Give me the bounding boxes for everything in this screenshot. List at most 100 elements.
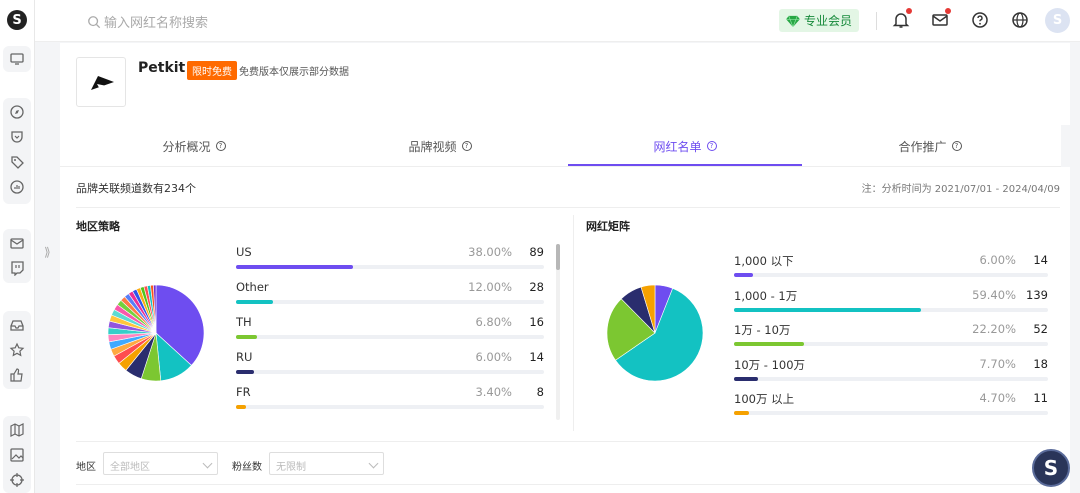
row-label: Other xyxy=(236,280,269,294)
active-tab-underline xyxy=(568,164,802,166)
row-count: 14 xyxy=(1033,253,1048,267)
tag-icon[interactable] xyxy=(9,154,25,170)
help-icon[interactable]: ? xyxy=(951,141,962,151)
row-percentage: 6.80% xyxy=(475,315,512,329)
analysis-period: 注：分析时间为 2021/07/01 - 2024/04/09 xyxy=(861,184,1060,195)
chevron-down-icon xyxy=(202,458,213,469)
help-icon[interactable] xyxy=(971,11,989,29)
sidebar-group-messages xyxy=(3,229,31,283)
region-title: 地区策略 xyxy=(76,220,120,233)
influencer-tier-list: 1,000 以下 6.00% 14 1,000 - 1万 59.40% 139 1万 - 1… xyxy=(734,253,1048,423)
sidebar-group-favorites xyxy=(3,311,31,389)
row-count: 18 xyxy=(1033,356,1048,371)
tab-overview[interactable]: 分析概况? xyxy=(77,125,311,167)
progress-track xyxy=(236,405,544,409)
inbox-icon[interactable] xyxy=(9,317,25,333)
region-filter-value: 全部地区 xyxy=(110,462,150,473)
progress-fill xyxy=(236,265,354,269)
progress-track xyxy=(236,300,544,304)
tab-label: 品牌视频 xyxy=(408,139,457,154)
thumbs-up-icon[interactable] xyxy=(9,367,25,383)
help-icon[interactable]: ? xyxy=(215,141,226,151)
progress-track xyxy=(734,342,1048,346)
tab-bar: 分析概况? 品牌视频? 网红名单? 合作推广? xyxy=(60,125,1061,167)
brand-name: Petkit xyxy=(138,60,186,76)
sidebar-group-tools xyxy=(3,416,31,493)
region-list-scrollbar[interactable] xyxy=(556,244,560,420)
row-percentage: 6.00% xyxy=(979,253,1016,267)
fans-filter-label: 粉丝数 xyxy=(232,462,262,473)
bottom-divider xyxy=(76,484,1060,485)
app-logo[interactable]: S xyxy=(7,10,27,30)
progress-fill xyxy=(734,273,753,277)
globe-icon[interactable] xyxy=(1011,11,1029,29)
progress-fill xyxy=(734,307,921,312)
fans-filter-select[interactable]: 无限制 xyxy=(269,452,384,475)
list-item: US 38.00% 89 xyxy=(236,245,544,279)
mail-icon[interactable] xyxy=(9,235,25,251)
vip-badge[interactable]: 专业会员 xyxy=(779,9,859,32)
row-count: 14 xyxy=(529,350,544,364)
row-label: US xyxy=(236,245,252,259)
row-label: 1,000 - 1万 xyxy=(734,288,798,303)
analytics-icon[interactable] xyxy=(9,179,25,195)
row-count: 16 xyxy=(529,315,544,329)
target-icon[interactable] xyxy=(9,472,25,488)
tab-influencer-list[interactable]: 网红名单? xyxy=(568,125,802,167)
collapse-handle-icon[interactable]: ⟫ xyxy=(44,245,51,259)
row-count: 11 xyxy=(1033,391,1048,405)
row-label: 1,000 以下 xyxy=(734,254,794,268)
petkit-logo-icon xyxy=(91,76,114,93)
progress-track xyxy=(734,376,1048,381)
tab-promotion[interactable]: 合作推广? xyxy=(813,125,1047,167)
row-percentage: 12.00% xyxy=(468,280,512,294)
filter-divider xyxy=(76,441,1060,442)
list-item: 10万 - 100万 7.70% 18 xyxy=(734,357,1048,391)
help-icon[interactable]: ? xyxy=(706,141,717,151)
star-icon[interactable] xyxy=(9,342,25,358)
scrollbar-thumb[interactable] xyxy=(556,244,560,270)
sidebar: S xyxy=(0,0,35,493)
twitch-icon[interactable] xyxy=(9,260,25,276)
diamond-icon xyxy=(786,15,800,27)
sidebar-group-monitor xyxy=(3,46,31,72)
region-filter-label: 地区 xyxy=(76,462,96,473)
list-item: TH 6.80% 16 xyxy=(236,315,544,349)
row-label: 1万 - 10万 xyxy=(734,323,791,337)
progress-fill xyxy=(236,370,255,374)
tab-label: 合作推广 xyxy=(898,139,947,154)
search-input[interactable]: 输入网红名称搜索 xyxy=(87,12,208,31)
progress-track xyxy=(734,273,1048,277)
map-icon[interactable] xyxy=(9,422,25,438)
progress-fill xyxy=(734,342,804,346)
list-item: 1,000 以下 6.00% 14 xyxy=(734,253,1048,287)
help-icon[interactable]: ? xyxy=(461,141,472,151)
region-list: US 38.00% 89 Other 12.00% 28 TH 6.80% 16 RU 6.00% 1… xyxy=(236,245,544,420)
floating-assistant-button[interactable]: S xyxy=(1032,449,1070,487)
tab-brand-videos[interactable]: 品牌视频? xyxy=(323,125,557,167)
progress-track xyxy=(236,265,544,269)
row-percentage: 7.70% xyxy=(979,356,1016,371)
row-label: RU xyxy=(236,350,253,364)
search-icon xyxy=(88,15,101,28)
progress-fill xyxy=(236,405,247,409)
row-label: 10万 - 100万 xyxy=(734,357,806,372)
progress-fill xyxy=(236,300,273,304)
row-label: FR xyxy=(236,385,251,399)
monitor-icon[interactable] xyxy=(9,51,25,67)
top-header: 输入网红名称搜索 专业会员 S xyxy=(35,0,1080,42)
list-item: FR 3.40% 8 xyxy=(236,385,544,419)
region-pie-chart xyxy=(107,284,205,382)
image-icon[interactable] xyxy=(9,447,25,463)
region-filter-select[interactable]: 全部地区 xyxy=(103,452,218,475)
compass-icon[interactable] xyxy=(9,104,25,120)
tab-label: 网红名单 xyxy=(653,139,702,154)
row-count: 139 xyxy=(1026,287,1048,302)
fans-filter-value: 无限制 xyxy=(276,462,306,473)
progress-track xyxy=(734,307,1048,312)
shield-icon[interactable] xyxy=(9,129,25,145)
user-avatar[interactable]: S xyxy=(1045,8,1070,33)
row-count: 8 xyxy=(536,385,544,399)
row-count: 52 xyxy=(1033,322,1048,336)
section-divider xyxy=(76,207,1060,208)
